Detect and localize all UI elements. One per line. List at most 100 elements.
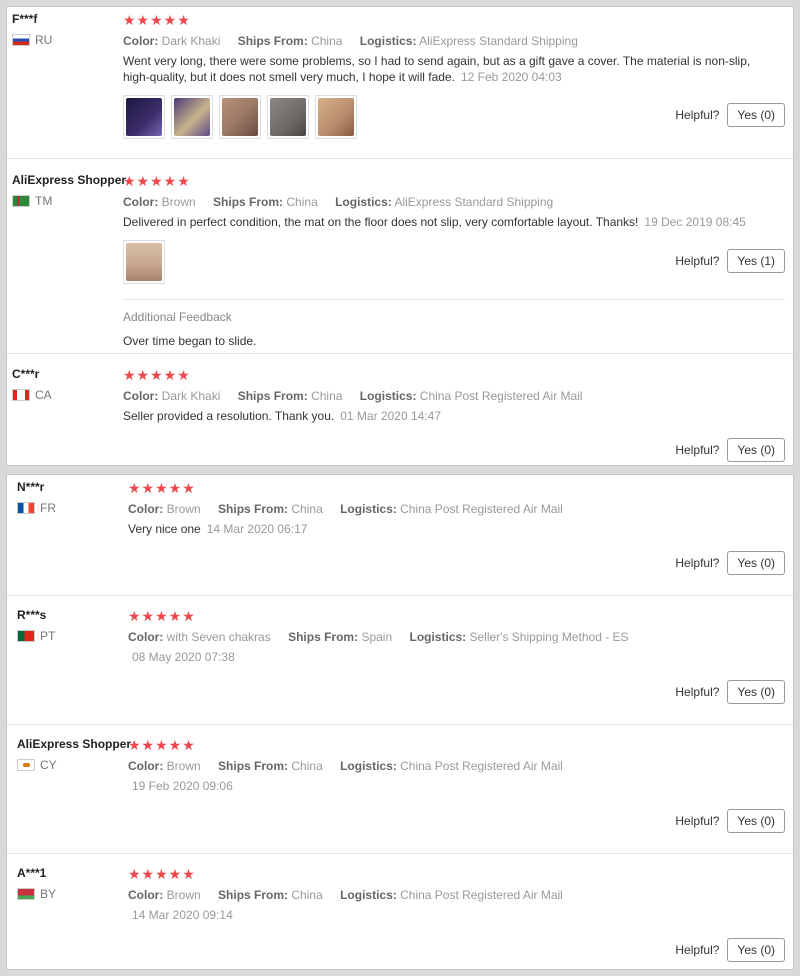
review-text-block: Seller provided a resolution. Thank you.… xyxy=(123,408,763,424)
review-photo[interactable] xyxy=(267,95,309,139)
country-code: CY xyxy=(40,758,57,772)
country-code: BY xyxy=(40,887,57,901)
ships-from-value: China xyxy=(291,502,323,516)
review-meta: Color: Brown Ships From: China Logistics… xyxy=(128,502,785,516)
country-code: RU xyxy=(35,33,53,47)
reviewer-country: CY xyxy=(17,758,127,772)
review-photo[interactable] xyxy=(315,95,357,139)
reviewer-info: C***r CA xyxy=(12,367,122,402)
helpful-section: Helpful? Yes (0) xyxy=(675,809,785,833)
logistics-value: China Post Registered Air Mail xyxy=(400,502,563,516)
reviewer-info: F***f RU xyxy=(12,12,122,47)
star-rating: ★★★★★ xyxy=(123,367,191,383)
star-rating: ★★★★★ xyxy=(123,12,191,28)
logistics-label: Logistics: xyxy=(340,759,397,773)
helpful-yes-button[interactable]: Yes (1) xyxy=(727,249,785,273)
color-value: with Seven chakras xyxy=(166,630,271,644)
ships-from-label: Ships From: xyxy=(218,888,289,902)
color-value: Brown xyxy=(166,502,201,516)
reviewer-name: A***1 xyxy=(17,866,47,880)
ships-from-value: China xyxy=(291,759,323,773)
review-body: ★★★★★ Color: Brown Ships From: China Log… xyxy=(128,737,785,793)
helpful-label: Helpful? xyxy=(675,443,720,457)
country-code: TM xyxy=(35,194,53,208)
ships-from-label: Ships From: xyxy=(237,389,308,403)
ships-from-value: China xyxy=(291,888,323,902)
review-text: Seller provided a resolution. Thank you. xyxy=(123,409,335,423)
helpful-section: Helpful? Yes (0) xyxy=(675,438,785,462)
reviewer-info: R***s PT xyxy=(17,608,127,643)
reviewer-country: FR xyxy=(17,501,127,515)
ships-from-label: Ships From: xyxy=(213,195,284,209)
review-meta: Color: with Seven chakras Ships From: Sp… xyxy=(128,630,785,644)
review-item: N***r FR ★★★★★ Color: Brown Ships From: … xyxy=(7,475,793,596)
reviewer-name: AliExpress Shopper xyxy=(17,737,132,751)
logistics-label: Logistics: xyxy=(359,389,417,403)
helpful-yes-button[interactable]: Yes (0) xyxy=(727,438,785,462)
helpful-label: Helpful? xyxy=(675,108,720,122)
review-text-block: Delivered in perfect condition, the mat … xyxy=(123,214,783,230)
reviewer-name: AliExpress Shopper xyxy=(12,173,127,187)
star-rating: ★★★★★ xyxy=(128,737,196,753)
reviewer-country: BY xyxy=(17,887,127,901)
logistics-value: AliExpress Standard Shipping xyxy=(419,34,578,48)
review-photo[interactable] xyxy=(219,95,261,139)
review-date: 08 May 2020 07:38 xyxy=(132,650,235,664)
logistics-label: Logistics: xyxy=(359,34,417,48)
country-code: PT xyxy=(40,629,56,643)
country-code: FR xyxy=(40,501,56,515)
helpful-label: Helpful? xyxy=(675,254,720,268)
star-rating: ★★★★★ xyxy=(128,866,196,882)
review-body: ★★★★★ Color: Dark Khaki Ships From: Chin… xyxy=(123,367,785,424)
review-item: AliExpress Shopper CY ★★★★★ Color: Brown… xyxy=(7,725,793,854)
color-label: Color: xyxy=(123,34,159,48)
cyprus-flag-icon xyxy=(17,759,35,771)
review-photo[interactable] xyxy=(123,240,165,284)
star-rating: ★★★★★ xyxy=(123,173,191,189)
ships-from-label: Ships From: xyxy=(218,759,289,773)
color-value: Dark Khaki xyxy=(161,34,221,48)
helpful-yes-button[interactable]: Yes (0) xyxy=(727,680,785,704)
ships-from-label: Ships From: xyxy=(218,502,289,516)
helpful-yes-button[interactable]: Yes (0) xyxy=(727,551,785,575)
reviewer-country: TM xyxy=(12,194,122,208)
review-photo[interactable] xyxy=(171,95,213,139)
helpful-section: Helpful? Yes (0) xyxy=(675,680,785,704)
reviewer-info: A***1 BY xyxy=(17,866,127,901)
color-value: Brown xyxy=(166,759,201,773)
logistics-value: China Post Registered Air Mail xyxy=(419,389,583,403)
reviewer-name: C***r xyxy=(12,367,40,381)
review-date: 01 Mar 2020 14:47 xyxy=(340,409,441,423)
color-label: Color: xyxy=(128,630,164,644)
helpful-label: Helpful? xyxy=(675,943,720,957)
review-meta: Color: Brown Ships From: China Logistics… xyxy=(123,195,785,209)
country-code: CA xyxy=(35,388,52,402)
reviewer-country: PT xyxy=(17,629,127,643)
helpful-yes-button[interactable]: Yes (0) xyxy=(727,938,785,962)
helpful-yes-button[interactable]: Yes (0) xyxy=(727,103,785,127)
logistics-label: Logistics: xyxy=(340,888,397,902)
review-item: A***1 BY ★★★★★ Color: Brown Ships From: … xyxy=(7,854,793,971)
reviewer-name: R***s xyxy=(17,608,47,622)
ships-from-label: Ships From: xyxy=(288,630,359,644)
reviews-panel-bottom: N***r FR ★★★★★ Color: Brown Ships From: … xyxy=(6,474,794,970)
ships-from-value: China xyxy=(311,389,343,403)
review-text-block: Very nice one 14 Mar 2020 06:17 xyxy=(128,521,768,537)
russia-flag-icon xyxy=(12,34,30,46)
review-photo[interactable] xyxy=(123,95,165,139)
turkmenistan-flag-icon xyxy=(12,195,30,207)
reviewer-country: RU xyxy=(12,33,122,47)
review-item: C***r CA ★★★★★ Color: Dark Khaki Ships F… xyxy=(7,354,793,467)
helpful-yes-button[interactable]: Yes (0) xyxy=(727,809,785,833)
review-meta: Color: Brown Ships From: China Logistics… xyxy=(128,759,785,773)
reviewer-name: N***r xyxy=(17,480,45,494)
review-meta: Color: Dark Khaki Ships From: China Logi… xyxy=(123,34,785,48)
review-meta: Color: Brown Ships From: China Logistics… xyxy=(128,888,785,902)
logistics-label: Logistics: xyxy=(340,502,397,516)
review-body: ★★★★★ Color: Brown Ships From: China Log… xyxy=(128,866,785,922)
helpful-section: Helpful? Yes (0) xyxy=(675,103,785,127)
review-item: R***s PT ★★★★★ Color: with Seven chakras… xyxy=(7,596,793,725)
logistics-value: China Post Registered Air Mail xyxy=(400,759,563,773)
logistics-value: Seller's Shipping Method - ES xyxy=(469,630,629,644)
helpful-label: Helpful? xyxy=(675,814,720,828)
